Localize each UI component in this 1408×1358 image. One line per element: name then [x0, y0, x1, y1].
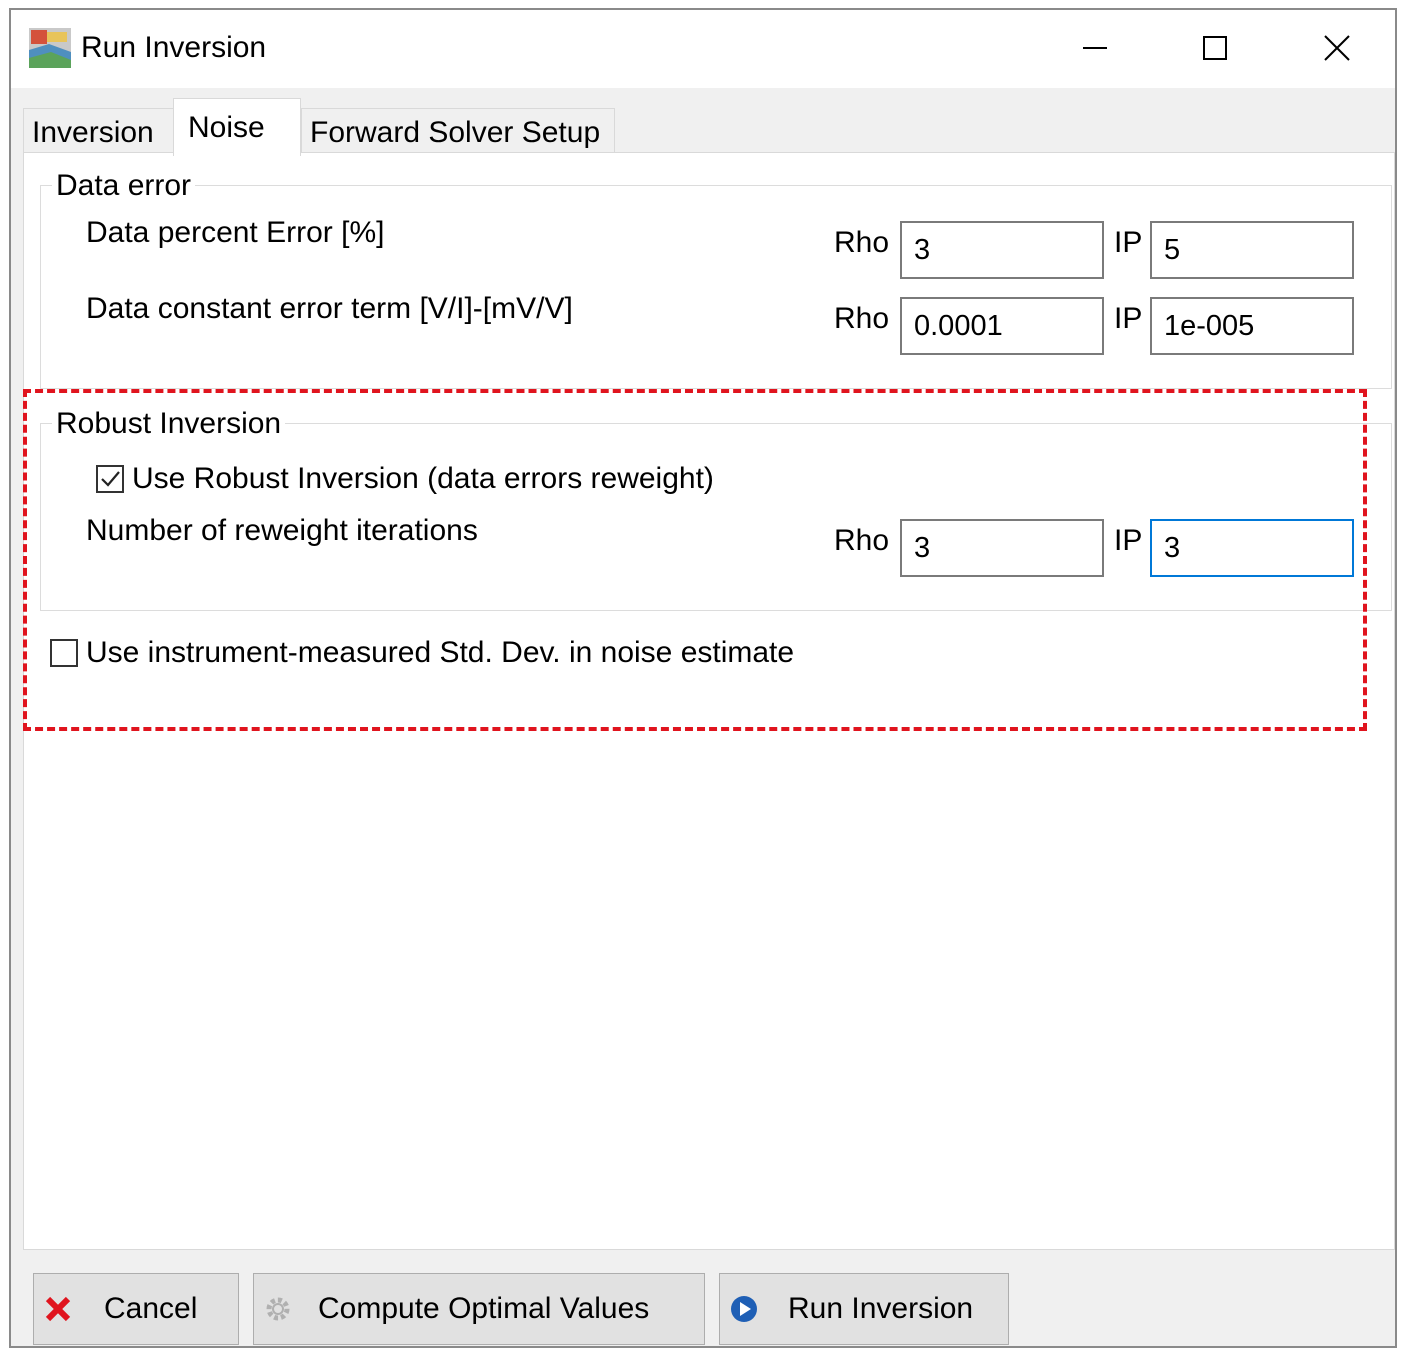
minimize-button[interactable] — [1065, 22, 1125, 74]
gear-icon — [260, 1291, 296, 1327]
compute-optimal-values-label: Compute Optimal Values — [318, 1292, 650, 1325]
robust-inversion-legend: Robust Inversion — [52, 407, 286, 441]
data-constant-error-label: Data constant error term [V/I]-[mV/V] — [86, 292, 573, 325]
tab-inversion[interactable]: Inversion — [23, 108, 175, 156]
run-inversion-button[interactable]: Run Inversion — [719, 1273, 1009, 1345]
data-percent-error-label: Data percent Error [%] — [86, 216, 385, 249]
compute-optimal-values-button[interactable]: Compute Optimal Values — [253, 1273, 705, 1345]
reweight-ip-input[interactable]: 3 — [1150, 519, 1354, 577]
run-inversion-window: Run Inversion Inversion Noise Forward So… — [9, 8, 1397, 1348]
reweight-rho-input[interactable]: 3 — [900, 519, 1104, 577]
ip-label: IP — [1114, 302, 1143, 335]
reweight-iterations-label: Number of reweight iterations — [86, 514, 478, 547]
noise-tab-panel: Data error Data percent Error [%] Rho 3 … — [23, 152, 1395, 1250]
constant-error-rho-input[interactable]: 0.0001 — [900, 297, 1104, 355]
window-title: Run Inversion — [81, 31, 267, 64]
maximize-button[interactable] — [1185, 22, 1245, 74]
red-x-icon — [40, 1291, 76, 1327]
cancel-button[interactable]: Cancel — [33, 1273, 239, 1345]
ip-label: IP — [1114, 524, 1143, 557]
use-instrument-std-dev-label[interactable]: Use instrument-measured Std. Dev. in noi… — [86, 635, 794, 671]
tab-label: Noise — [188, 110, 265, 144]
maximize-icon — [1203, 36, 1227, 60]
rho-label: Rho — [834, 226, 890, 259]
minimize-icon — [1083, 47, 1107, 49]
close-icon — [1324, 35, 1350, 61]
rho-label: Rho — [834, 524, 890, 557]
data-error-legend: Data error — [52, 169, 196, 203]
rho-label: Rho — [834, 302, 890, 335]
ip-label: IP — [1114, 226, 1143, 259]
constant-error-ip-input[interactable]: 1e-005 — [1150, 297, 1354, 355]
checkmark-icon — [101, 471, 120, 487]
tab-label: Inversion — [32, 115, 154, 149]
tab-forward-solver-setup[interactable]: Forward Solver Setup — [301, 108, 615, 156]
tab-noise[interactable]: Noise — [173, 98, 301, 156]
title-bar: Run Inversion — [11, 10, 1395, 88]
run-inversion-label: Run Inversion — [788, 1292, 974, 1325]
tab-label: Forward Solver Setup — [310, 115, 601, 149]
app-logo-icon — [29, 28, 71, 68]
play-circle-icon — [726, 1291, 762, 1327]
use-robust-inversion-checkbox[interactable] — [96, 465, 124, 493]
percent-error-ip-input[interactable]: 5 — [1150, 221, 1354, 279]
use-robust-inversion-label[interactable]: Use Robust Inversion (data errors reweig… — [132, 461, 714, 497]
use-instrument-std-dev-checkbox[interactable] — [50, 639, 78, 667]
percent-error-rho-input[interactable]: 3 — [900, 221, 1104, 279]
close-button[interactable] — [1307, 22, 1367, 74]
cancel-button-label: Cancel — [104, 1292, 198, 1325]
